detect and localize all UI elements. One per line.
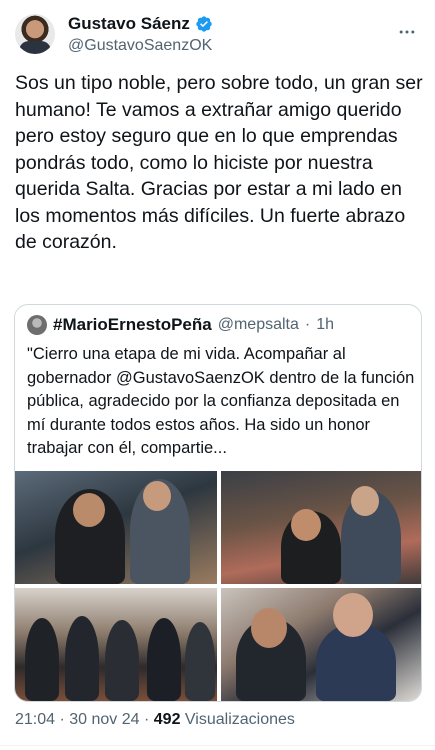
- quoted-tweet-header: #MarioErnestoPeña @mepsalta · 1h: [27, 315, 334, 335]
- media-photo-1[interactable]: [15, 471, 217, 584]
- footer-separator: ·: [55, 711, 70, 728]
- more-horizontal-icon[interactable]: [397, 22, 417, 42]
- media-photo-2[interactable]: [221, 471, 421, 584]
- media-photo-3[interactable]: [15, 588, 217, 701]
- author-avatar[interactable]: [15, 14, 55, 54]
- media-photo-4[interactable]: [221, 588, 421, 701]
- tweet-footer: 21:04 · 30 nov 24 · 492 Visualizaciones: [15, 711, 295, 729]
- quoted-author-display-name: #MarioErnestoPeña: [53, 315, 212, 334]
- quoted-author-avatar: [27, 315, 47, 335]
- author-name-row: Gustavo Sáenz: [68, 14, 213, 34]
- quoted-separator: ·: [304, 316, 311, 333]
- views-count: 492: [153, 711, 181, 728]
- author-display-name[interactable]: Gustavo Sáenz: [68, 14, 190, 34]
- tweet-header: Gustavo Sáenz @GustavoSaenzOK: [0, 0, 435, 66]
- quoted-media-grid[interactable]: [15, 471, 421, 701]
- quoted-author-handle: @mepsalta: [217, 316, 299, 333]
- quoted-tweet-card[interactable]: #MarioErnestoPeña @mepsalta · 1h "Cierro…: [14, 304, 422, 702]
- tweet-date[interactable]: 30 nov 24: [69, 711, 139, 728]
- views-label: Visualizaciones: [184, 711, 295, 728]
- footer-separator-2: ·: [139, 711, 154, 728]
- author-handle[interactable]: @GustavoSaenzOK: [68, 37, 212, 55]
- tweet-text: Sos un tipo noble, pero sobre todo, un g…: [15, 72, 423, 253]
- verified-badge-icon: [196, 16, 212, 32]
- tweet-time[interactable]: 21:04: [15, 711, 55, 728]
- quoted-timestamp: 1h: [316, 316, 335, 333]
- bottom-divider: [0, 745, 435, 746]
- quoted-tweet-text: "Cierro una etapa de mi vida. Acompañar …: [27, 345, 415, 457]
